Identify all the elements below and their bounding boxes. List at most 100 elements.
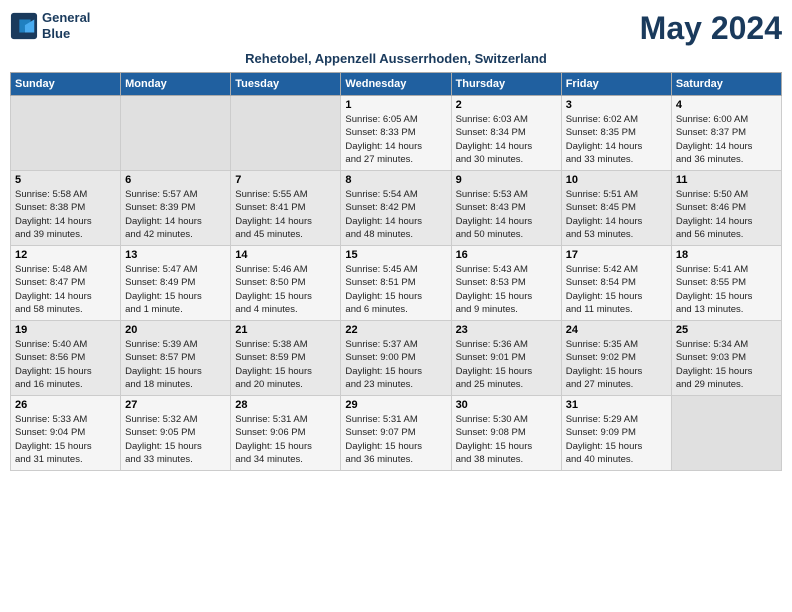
calendar-day-cell: 10 Sunrise: 5:51 AMSunset: 8:45 PMDayligh… xyxy=(561,171,671,246)
day-info: Sunrise: 5:30 AMSunset: 9:08 PMDaylight:… xyxy=(456,413,557,466)
calendar-day-cell: 27Sunrise: 5:32 AMSunset: 9:05 PMDayligh… xyxy=(121,396,231,471)
day-number: 18 xyxy=(676,249,777,261)
day-info: Sunrise: 5:43 AMSunset: 8:53 PMDaylight:… xyxy=(456,263,557,316)
calendar-week-row: 5 Sunrise: 5:58 AMSunset: 8:38 PMDaylight… xyxy=(11,171,782,246)
day-number: 20 xyxy=(125,324,226,336)
day-info: Sunrise: 5:54 AMSunset: 8:42 PMDaylight:… xyxy=(345,188,446,241)
logo-icon xyxy=(10,12,38,40)
day-info: Sunrise: 6:03 AMSunset: 8:34 PMDaylight:… xyxy=(456,113,557,166)
day-info: Sunrise: 5:39 AMSunset: 8:57 PMDaylight:… xyxy=(125,338,226,391)
calendar-col-header: Wednesday xyxy=(341,73,451,96)
calendar-day-cell: 22 Sunrise: 5:37 AMSunset: 9:00 PMDayligh… xyxy=(341,321,451,396)
calendar-day-cell: 13 Sunrise: 5:47 AMSunset: 8:49 PMDayligh… xyxy=(121,246,231,321)
calendar-day-cell: 26 Sunrise: 5:33 AMSunset: 9:04 PMDayligh… xyxy=(11,396,121,471)
calendar-day-cell: 29 Sunrise: 5:31 AMSunset: 9:07 PMDayligh… xyxy=(341,396,451,471)
day-info: Sunrise: 5:55 AMSunset: 8:41 PMDaylight:… xyxy=(235,188,336,241)
day-number: 28 xyxy=(235,399,336,411)
day-info: Sunrise: 6:00 AMSunset: 8:37 PMDaylight:… xyxy=(676,113,777,166)
calendar-day-cell: 21 Sunrise: 5:38 AMSunset: 8:59 PMDayligh… xyxy=(231,321,341,396)
day-number: 15 xyxy=(345,249,446,261)
calendar-day-cell: 2 Sunrise: 6:03 AMSunset: 8:34 PMDaylight… xyxy=(451,96,561,171)
day-number: 16 xyxy=(456,249,557,261)
day-info: Sunrise: 5:51 AMSunset: 8:45 PMDaylight:… xyxy=(566,188,667,241)
calendar-col-header: Thursday xyxy=(451,73,561,96)
calendar-day-cell: 3Sunrise: 6:02 AMSunset: 8:35 PMDaylight… xyxy=(561,96,671,171)
day-number: 12 xyxy=(15,249,116,261)
day-info: Sunrise: 5:40 AMSunset: 8:56 PMDaylight:… xyxy=(15,338,116,391)
calendar-header-row: SundayMondayTuesdayWednesdayThursdayFrid… xyxy=(11,73,782,96)
day-info: Sunrise: 5:58 AMSunset: 8:38 PMDaylight:… xyxy=(15,188,116,241)
day-info: Sunrise: 5:31 AMSunset: 9:06 PMDaylight:… xyxy=(235,413,336,466)
day-info: Sunrise: 5:48 AMSunset: 8:47 PMDaylight:… xyxy=(15,263,116,316)
calendar-week-row: 12 Sunrise: 5:48 AMSunset: 8:47 PMDayligh… xyxy=(11,246,782,321)
day-info: Sunrise: 5:57 AMSunset: 8:39 PMDaylight:… xyxy=(125,188,226,241)
day-info: Sunrise: 5:34 AMSunset: 9:03 PMDaylight:… xyxy=(676,338,777,391)
calendar-col-header: Friday xyxy=(561,73,671,96)
calendar-col-header: Sunday xyxy=(11,73,121,96)
page-header: General Blue May 2024 xyxy=(10,10,782,47)
calendar-day-cell: 24 Sunrise: 5:35 AMSunset: 9:02 PMDayligh… xyxy=(561,321,671,396)
day-number: 10 xyxy=(566,174,667,186)
day-info: Sunrise: 5:37 AMSunset: 9:00 PMDaylight:… xyxy=(345,338,446,391)
calendar-day-cell xyxy=(231,96,341,171)
calendar-day-cell: 8 Sunrise: 5:54 AMSunset: 8:42 PMDaylight… xyxy=(341,171,451,246)
day-number: 13 xyxy=(125,249,226,261)
day-number: 23 xyxy=(456,324,557,336)
calendar-day-cell: 9Sunrise: 5:53 AMSunset: 8:43 PMDaylight… xyxy=(451,171,561,246)
calendar-day-cell: 12 Sunrise: 5:48 AMSunset: 8:47 PMDayligh… xyxy=(11,246,121,321)
day-number: 24 xyxy=(566,324,667,336)
calendar-day-cell: 31 Sunrise: 5:29 AMSunset: 9:09 PMDayligh… xyxy=(561,396,671,471)
day-info: Sunrise: 5:29 AMSunset: 9:09 PMDaylight:… xyxy=(566,413,667,466)
day-info: Sunrise: 6:02 AMSunset: 8:35 PMDaylight:… xyxy=(566,113,667,166)
calendar-day-cell: 30 Sunrise: 5:30 AMSunset: 9:08 PMDayligh… xyxy=(451,396,561,471)
calendar-day-cell: 18 Sunrise: 5:41 AMSunset: 8:55 PMDayligh… xyxy=(671,246,781,321)
calendar-day-cell xyxy=(121,96,231,171)
calendar-day-cell: 6 Sunrise: 5:57 AMSunset: 8:39 PMDaylight… xyxy=(121,171,231,246)
calendar-day-cell: 5 Sunrise: 5:58 AMSunset: 8:38 PMDaylight… xyxy=(11,171,121,246)
day-info: Sunrise: 5:35 AMSunset: 9:02 PMDaylight:… xyxy=(566,338,667,391)
calendar-day-cell: 23 Sunrise: 5:36 AMSunset: 9:01 PMDayligh… xyxy=(451,321,561,396)
day-info: Sunrise: 5:31 AMSunset: 9:07 PMDaylight:… xyxy=(345,413,446,466)
day-info: Sunrise: 5:36 AMSunset: 9:01 PMDaylight:… xyxy=(456,338,557,391)
calendar-day-cell: 16 Sunrise: 5:43 AMSunset: 8:53 PMDayligh… xyxy=(451,246,561,321)
calendar-day-cell: 28 Sunrise: 5:31 AMSunset: 9:06 PMDayligh… xyxy=(231,396,341,471)
calendar-week-row: 1Sunrise: 6:05 AMSunset: 8:33 PMDaylight… xyxy=(11,96,782,171)
calendar-day-cell: 15 Sunrise: 5:45 AMSunset: 8:51 PMDayligh… xyxy=(341,246,451,321)
logo-text: General Blue xyxy=(42,10,90,41)
calendar-week-row: 26 Sunrise: 5:33 AMSunset: 9:04 PMDayligh… xyxy=(11,396,782,471)
calendar-col-header: Monday xyxy=(121,73,231,96)
day-number: 26 xyxy=(15,399,116,411)
day-number: 29 xyxy=(345,399,446,411)
day-info: Sunrise: 5:38 AMSunset: 8:59 PMDaylight:… xyxy=(235,338,336,391)
day-number: 11 xyxy=(676,174,777,186)
day-number: 1 xyxy=(345,99,446,111)
day-number: 22 xyxy=(345,324,446,336)
day-number: 31 xyxy=(566,399,667,411)
month-title: May 2024 xyxy=(640,10,782,47)
day-number: 5 xyxy=(15,174,116,186)
day-info: Sunrise: 5:46 AMSunset: 8:50 PMDaylight:… xyxy=(235,263,336,316)
day-info: Sunrise: 5:45 AMSunset: 8:51 PMDaylight:… xyxy=(345,263,446,316)
day-number: 21 xyxy=(235,324,336,336)
calendar-day-cell: 4Sunrise: 6:00 AMSunset: 8:37 PMDaylight… xyxy=(671,96,781,171)
day-info: Sunrise: 5:53 AMSunset: 8:43 PMDaylight:… xyxy=(456,188,557,241)
day-info: Sunrise: 5:33 AMSunset: 9:04 PMDaylight:… xyxy=(15,413,116,466)
calendar-body: 1Sunrise: 6:05 AMSunset: 8:33 PMDaylight… xyxy=(11,96,782,471)
day-number: 8 xyxy=(345,174,446,186)
calendar-col-header: Tuesday xyxy=(231,73,341,96)
day-number: 6 xyxy=(125,174,226,186)
day-info: Sunrise: 5:41 AMSunset: 8:55 PMDaylight:… xyxy=(676,263,777,316)
day-number: 30 xyxy=(456,399,557,411)
calendar-day-cell: 25 Sunrise: 5:34 AMSunset: 9:03 PMDayligh… xyxy=(671,321,781,396)
calendar-day-cell: 11Sunrise: 5:50 AMSunset: 8:46 PMDayligh… xyxy=(671,171,781,246)
day-number: 25 xyxy=(676,324,777,336)
day-number: 7 xyxy=(235,174,336,186)
calendar-table: SundayMondayTuesdayWednesdayThursdayFrid… xyxy=(10,72,782,471)
day-number: 2 xyxy=(456,99,557,111)
calendar-day-cell: 17Sunrise: 5:42 AMSunset: 8:54 PMDayligh… xyxy=(561,246,671,321)
calendar-day-cell: 20 Sunrise: 5:39 AMSunset: 8:57 PMDayligh… xyxy=(121,321,231,396)
calendar-day-cell: 19 Sunrise: 5:40 AMSunset: 8:56 PMDayligh… xyxy=(11,321,121,396)
day-info: Sunrise: 5:47 AMSunset: 8:49 PMDaylight:… xyxy=(125,263,226,316)
calendar-col-header: Saturday xyxy=(671,73,781,96)
day-number: 19 xyxy=(15,324,116,336)
